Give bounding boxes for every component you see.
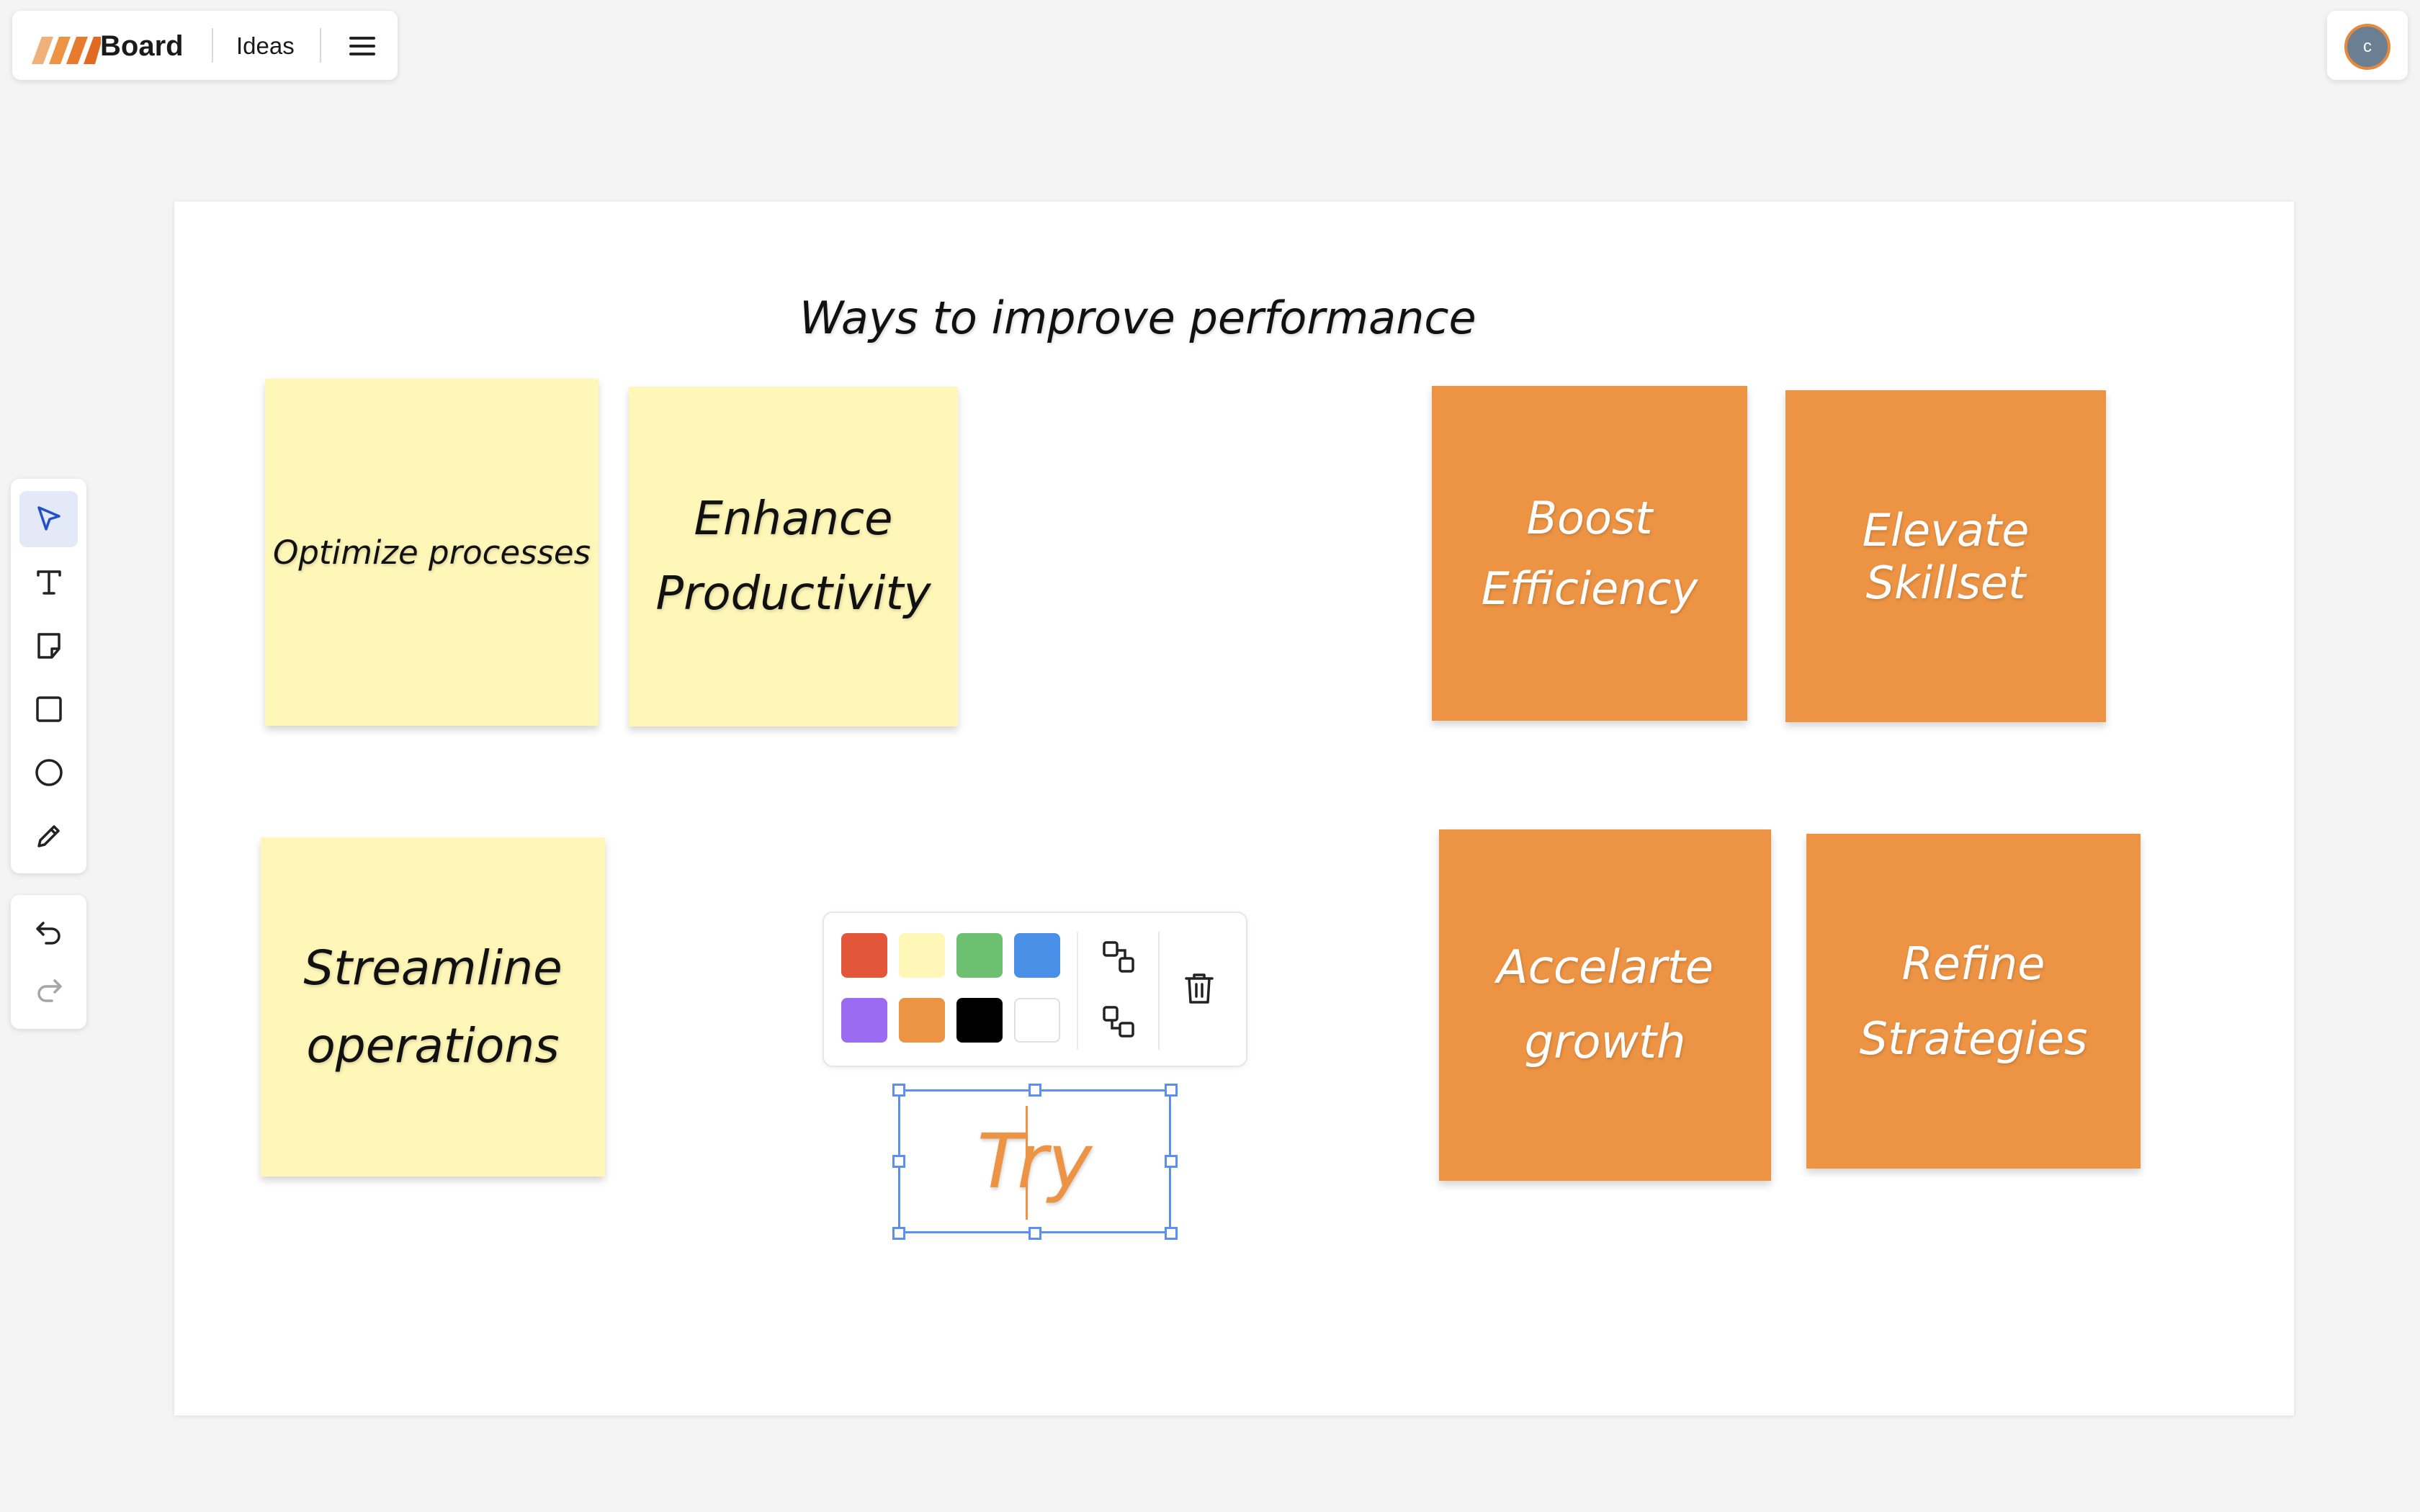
pencil-icon bbox=[37, 825, 60, 847]
resize-handle-right[interactable] bbox=[1165, 1155, 1178, 1168]
header-divider bbox=[320, 28, 321, 63]
color-swatch-green[interactable] bbox=[956, 933, 1003, 978]
color-swatch-red[interactable] bbox=[841, 933, 887, 978]
cursor-arrow-icon bbox=[37, 506, 60, 531]
avatar[interactable]: c bbox=[2344, 24, 2390, 70]
sticky-note-text: Optimize processes bbox=[272, 533, 591, 572]
sticky-note-text: Enhance Productivity bbox=[655, 492, 931, 621]
sticky-note[interactable]: Elevate Skillset bbox=[1785, 390, 2106, 722]
sticky-note[interactable]: Accelarte growth bbox=[1439, 829, 1771, 1181]
undo-arrow-icon bbox=[35, 922, 60, 945]
bring-forward-button[interactable] bbox=[1095, 933, 1142, 981]
bring-forward-icon bbox=[1103, 941, 1134, 973]
resize-handle-bottom-left[interactable] bbox=[892, 1227, 905, 1240]
sticky-note-text: Accelarte growth bbox=[1496, 941, 1714, 1069]
color-swatch-blue[interactable] bbox=[1014, 933, 1060, 978]
ellipse-tool-button[interactable] bbox=[19, 744, 78, 801]
board-name[interactable]: Ideas bbox=[236, 30, 295, 63]
sticky-note-text: Refine Strategies bbox=[1859, 937, 2088, 1065]
color-swatch-yellow[interactable] bbox=[899, 933, 945, 978]
resize-handle-bottom-right[interactable] bbox=[1165, 1227, 1178, 1240]
resize-handle-top-left[interactable] bbox=[892, 1084, 905, 1097]
selection-toolbar bbox=[823, 912, 1247, 1067]
menu-button[interactable] bbox=[343, 30, 382, 63]
resize-handle-left[interactable] bbox=[892, 1155, 905, 1168]
send-backward-button[interactable] bbox=[1095, 998, 1142, 1045]
select-tool-button[interactable] bbox=[19, 491, 78, 547]
header-divider bbox=[212, 28, 213, 63]
resize-handle-top-right[interactable] bbox=[1165, 1084, 1178, 1097]
undo-button[interactable] bbox=[19, 905, 78, 961]
user-card: c bbox=[2327, 11, 2408, 80]
sticky-note[interactable]: Optimize processes bbox=[265, 379, 599, 726]
selected-text-box[interactable]: Try bbox=[892, 1084, 1178, 1240]
rectangle-tool-button[interactable] bbox=[19, 681, 78, 737]
sticky-note[interactable]: Refine Strategies bbox=[1806, 834, 2141, 1169]
sticky-note-icon bbox=[37, 633, 60, 659]
send-backward-icon bbox=[1103, 1006, 1134, 1038]
sticky-note-text: Elevate Skillset bbox=[1862, 503, 2030, 609]
sticky-note[interactable]: Boost Efficiency bbox=[1432, 386, 1747, 721]
color-swatch-white[interactable] bbox=[1014, 998, 1060, 1043]
popup-divider bbox=[1077, 932, 1078, 1050]
circle-icon bbox=[35, 759, 63, 786]
brand-name: Board bbox=[100, 30, 184, 62]
board-logo-icon bbox=[32, 37, 101, 64]
popup-divider bbox=[1158, 932, 1160, 1050]
square-icon bbox=[35, 696, 62, 722]
pen-tool-button[interactable] bbox=[19, 808, 78, 864]
text-caret bbox=[1026, 1106, 1028, 1220]
sticky-note[interactable]: Streamline operations bbox=[261, 837, 605, 1176]
trash-icon bbox=[1185, 973, 1214, 1004]
selected-text[interactable]: Try bbox=[900, 1092, 1169, 1231]
history-palette bbox=[11, 895, 86, 1029]
color-swatch-purple[interactable] bbox=[841, 998, 887, 1043]
top-bar: Board Ideas bbox=[12, 11, 398, 80]
text-t-icon bbox=[36, 570, 61, 595]
text-tool-button[interactable] bbox=[19, 554, 78, 611]
redo-button[interactable] bbox=[19, 963, 78, 1019]
sticky-note-text: Streamline operations bbox=[303, 940, 563, 1074]
resize-handle-top[interactable] bbox=[1028, 1084, 1041, 1097]
redo-arrow-icon bbox=[37, 979, 62, 1002]
color-swatch-black[interactable] bbox=[956, 998, 1003, 1043]
color-swatch-orange[interactable] bbox=[899, 998, 945, 1043]
hamburger-menu-icon bbox=[349, 37, 375, 55]
resize-handle-bottom[interactable] bbox=[1028, 1227, 1041, 1240]
sticky-note-text: Boost Efficiency bbox=[1481, 491, 1698, 615]
sticky-note-tool-button[interactable] bbox=[19, 618, 78, 674]
tool-palette bbox=[11, 479, 86, 873]
delete-button[interactable] bbox=[1175, 965, 1223, 1012]
board-title[interactable]: Ways to improve performance bbox=[799, 292, 1476, 344]
sticky-note[interactable]: Enhance Productivity bbox=[629, 387, 958, 726]
